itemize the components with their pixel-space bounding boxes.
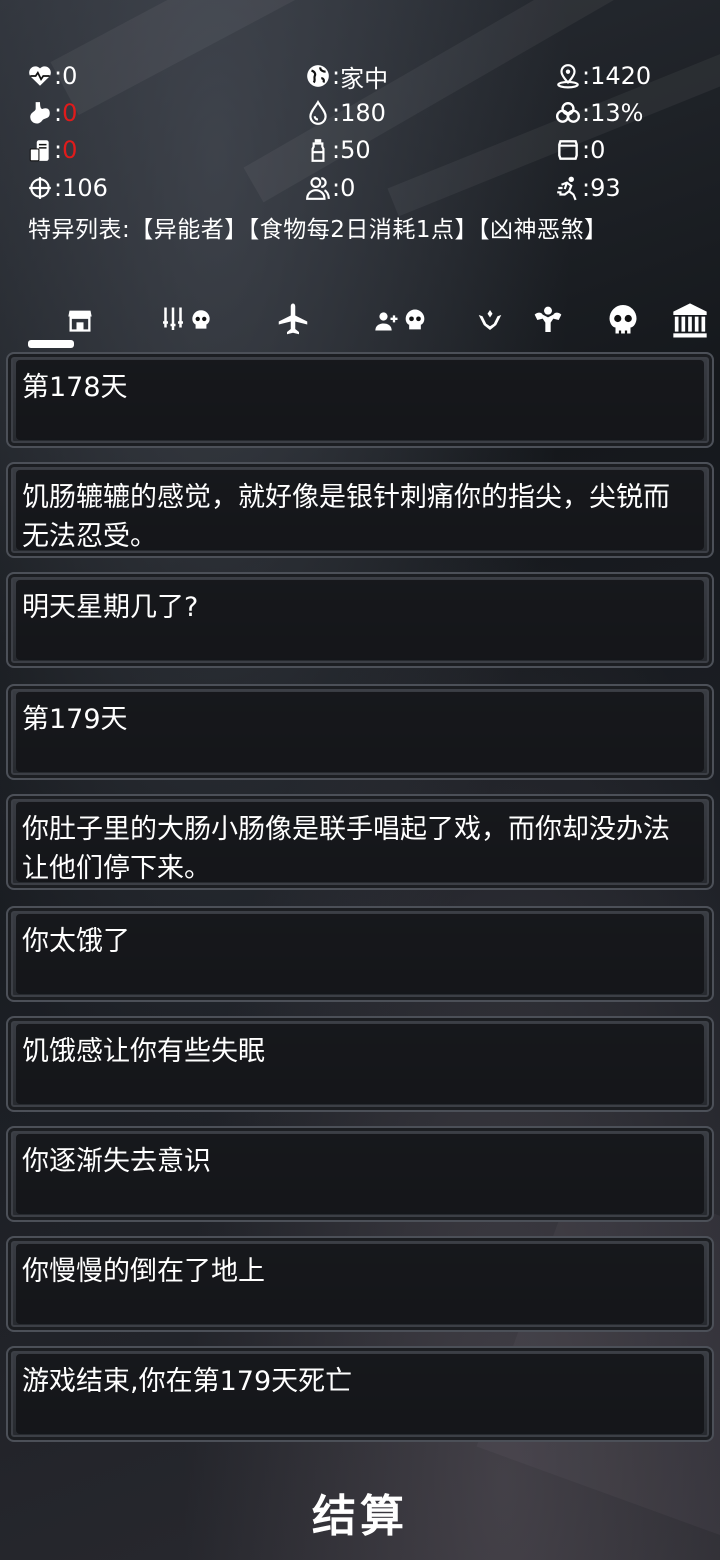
stat-distance: :1420 — [554, 58, 651, 94]
log-entry: 你肚子里的大肠小肠像是联手唱起了戏，而你却没办法让他们停下来。 — [6, 794, 714, 890]
tab-bank[interactable] — [666, 296, 714, 344]
runner-icon — [554, 174, 582, 202]
stat-companions: :0 — [304, 170, 355, 206]
stat-armor: :0 — [554, 132, 605, 168]
stat-target: :106 — [26, 170, 108, 206]
log-entry: 你太饿了 — [6, 906, 714, 1002]
shop-icon — [68, 310, 92, 332]
bank-icon — [673, 303, 707, 338]
stat-distance-value: 1420 — [590, 62, 652, 90]
log-entry: 你慢慢的倒在了地上 — [6, 1236, 714, 1332]
stat-armor-value: 0 — [590, 136, 606, 164]
tab-bar — [0, 296, 720, 352]
skull-icon — [405, 309, 425, 330]
log-entry: 你逐渐失去意识 — [6, 1126, 714, 1222]
active-tab-indicator — [28, 340, 74, 348]
stat-water: :180 — [304, 95, 386, 131]
log-entry-text: 你太饿了 — [22, 926, 130, 957]
stat-water-value: 180 — [340, 99, 386, 127]
log-entry-text: 你慢慢的倒在了地上 — [22, 1256, 265, 1287]
stat-health: :0 — [26, 58, 77, 94]
log-entry: 游戏结束,你在第179天死亡 — [6, 1346, 714, 1442]
airplane-icon — [278, 303, 308, 335]
log-entry-text: 你逐渐失去意识 — [22, 1146, 211, 1177]
tab-travel[interactable] — [268, 296, 318, 344]
skull-icon — [609, 305, 637, 334]
biohazard-icon — [554, 99, 582, 127]
hands-icon — [478, 310, 502, 330]
log-entry-text: 饥饿感让你有些失眠 — [22, 1036, 265, 1067]
stat-food: :0 — [26, 132, 77, 168]
skull-icon — [192, 310, 210, 329]
log-entry: 第178天 — [6, 352, 714, 448]
tab-shop[interactable] — [60, 296, 100, 344]
stat-speed: :93 — [554, 170, 621, 206]
stat-food-value: 0 — [62, 136, 78, 164]
log-entry-text: 你肚子里的大肠小肠像是联手唱起了戏，而你却没办法让他们停下来。 — [22, 814, 670, 884]
bottle-icon — [304, 136, 332, 164]
log-entry: 饥饿感让你有些失眠 — [6, 1016, 714, 1112]
people-icon — [304, 174, 332, 202]
tab-danger[interactable] — [600, 296, 646, 344]
add-person-icon — [375, 312, 398, 331]
traits-label: 特异列表: — [28, 217, 131, 243]
log-entry: 饥肠辘辘的感觉，就好像是银针刺痛你的指尖，尖锐而无法忍受。 — [6, 462, 714, 558]
tab-weapons[interactable] — [146, 296, 226, 344]
tab-recruit[interactable] — [356, 296, 446, 344]
stat-speed-value: 93 — [590, 174, 621, 202]
trait-item: 【食物每2日消耗1点】 — [247, 217, 479, 243]
globe-icon — [304, 62, 332, 90]
log-entry: 明天星期几了? — [6, 572, 714, 668]
stat-infection: :13% — [554, 95, 643, 131]
stat-companions-value: 0 — [340, 174, 356, 202]
log-entry-text: 第179天 — [22, 704, 128, 735]
log-entry-text: 明天星期几了? — [22, 592, 199, 623]
stat-infection-value: 13% — [590, 99, 644, 127]
map-pin-icon — [554, 62, 582, 90]
barrel-icon — [554, 136, 582, 164]
food-can-icon — [26, 136, 54, 164]
log-entry-text: 第178天 — [22, 372, 128, 403]
settle-button[interactable]: 结算 — [0, 1480, 720, 1544]
stat-bottle-value: 50 — [340, 136, 371, 164]
muscle-icon — [534, 306, 562, 332]
stat-hunger: :0 — [26, 95, 77, 131]
stat-location-value: 家中 — [340, 64, 389, 93]
water-drop-icon — [304, 99, 332, 127]
stat-bottle: :50 — [304, 132, 371, 168]
crosshair-icon — [26, 174, 54, 202]
log-entry-text: 饥肠辘辘的感觉，就好像是银针刺痛你的指尖，尖锐而无法忍受。 — [22, 482, 670, 552]
tab-heal[interactable] — [470, 296, 510, 344]
traits-list: 特异列表:【异能者】【食物每2日消耗1点】【凶神恶煞】 — [28, 210, 608, 244]
tab-training[interactable] — [526, 296, 570, 344]
trait-item: 【凶神恶煞】 — [478, 217, 608, 243]
stat-health-value: 0 — [62, 62, 78, 90]
log-entry-text: 游戏结束,你在第179天死亡 — [22, 1366, 353, 1397]
heart-rate-icon — [26, 62, 54, 90]
log-entry: 第179天 — [6, 684, 714, 780]
weapons-icon — [163, 307, 183, 330]
stomach-icon — [26, 99, 54, 127]
stat-location: : 家中 — [304, 58, 388, 94]
trait-item: 【异能者】 — [130, 217, 248, 243]
stat-target-value: 106 — [62, 174, 108, 202]
stat-hunger-value: 0 — [62, 99, 78, 127]
